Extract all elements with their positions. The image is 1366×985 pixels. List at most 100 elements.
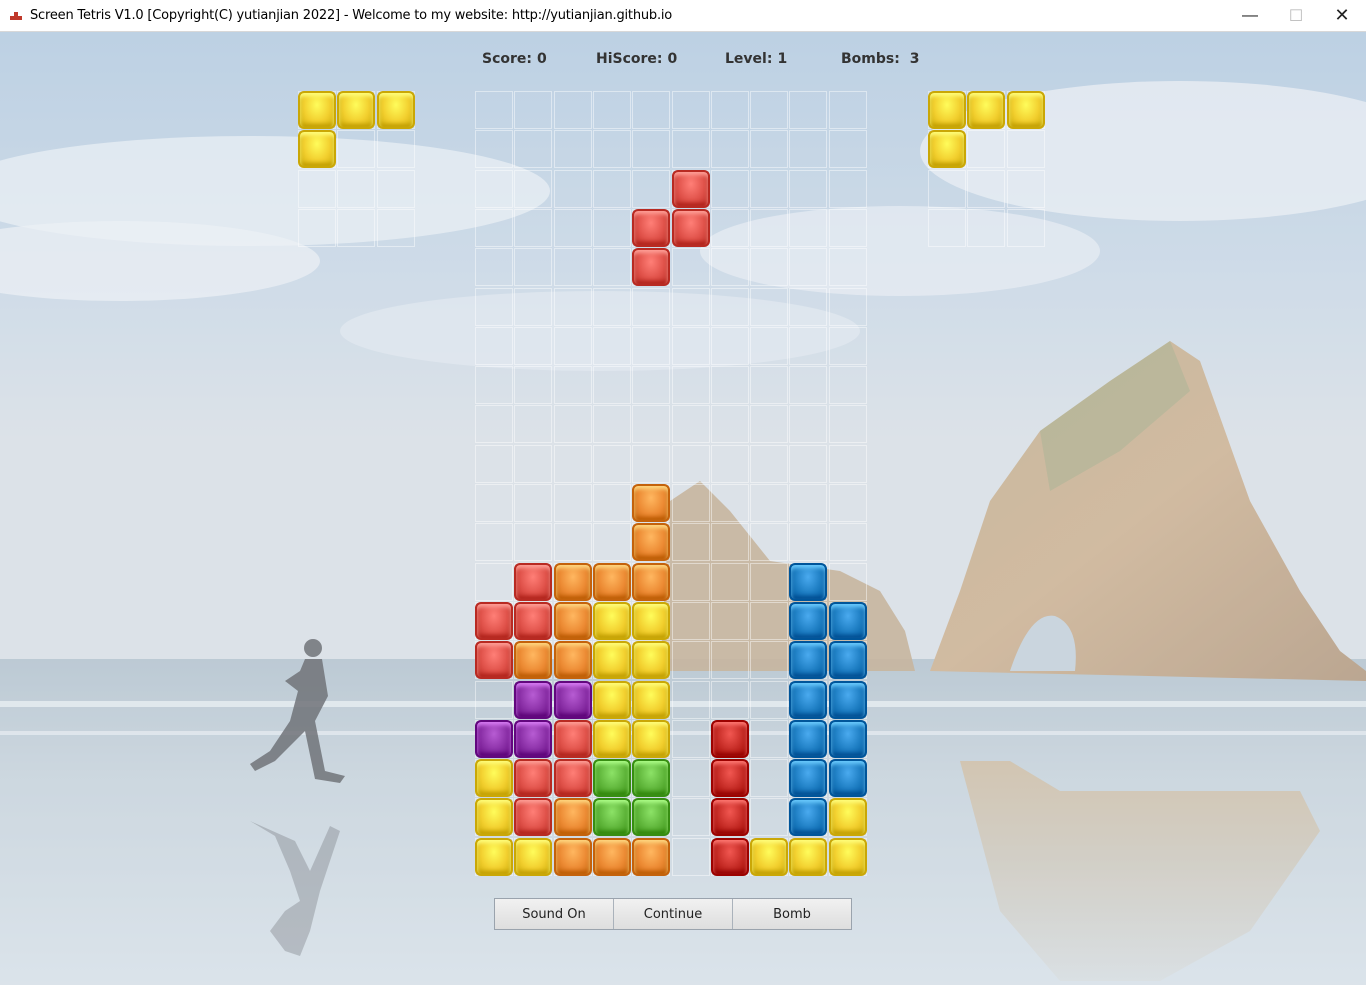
close-button[interactable]: ✕	[1319, 0, 1365, 31]
grid-cell	[592, 523, 631, 562]
block-yellow	[632, 680, 671, 719]
block-purple	[475, 719, 513, 758]
score-value: 0	[537, 51, 547, 67]
block-orange	[632, 484, 671, 522]
block-red	[475, 601, 513, 640]
grid-cell	[592, 484, 631, 522]
grid-cell	[671, 523, 710, 562]
grid-cell	[1006, 208, 1045, 247]
grid-cell	[750, 798, 789, 837]
grid-cell	[553, 130, 592, 169]
grid-cell	[750, 208, 789, 247]
grid-cell	[828, 326, 867, 365]
grid-cell	[592, 287, 631, 326]
block-green	[632, 798, 671, 837]
grid-cell	[337, 130, 376, 169]
maximize-button[interactable]: ☐	[1273, 0, 1319, 31]
grid-cell	[475, 680, 513, 719]
grid-cell	[592, 405, 631, 444]
grid-cell	[710, 444, 749, 483]
grid-cell	[789, 208, 828, 247]
grid-cell	[671, 405, 710, 444]
grid-cell	[592, 130, 631, 169]
grid-cell	[828, 287, 867, 326]
block-orange	[553, 798, 592, 837]
control-button-bar: Sound On Continue Bomb	[494, 898, 852, 930]
grid-cell	[828, 562, 867, 601]
grid-cell	[671, 326, 710, 365]
grid-cell	[750, 366, 789, 405]
block-red	[632, 248, 671, 287]
level-label: Level:	[725, 51, 773, 67]
grid-cell	[514, 287, 553, 326]
grid-cell	[789, 366, 828, 405]
grid-cell	[632, 169, 671, 208]
continue-button[interactable]: Continue	[614, 899, 733, 929]
grid-cell	[828, 169, 867, 208]
grid-cell	[710, 91, 749, 129]
block-orange	[592, 562, 631, 601]
grid-cell	[632, 326, 671, 365]
block-orange	[514, 641, 553, 680]
block-yellow	[592, 719, 631, 758]
grid-cell	[514, 326, 553, 365]
grid-cell	[710, 130, 749, 169]
grid-cell	[710, 169, 749, 208]
block-yellow	[750, 837, 789, 876]
grid-cell	[1006, 169, 1045, 208]
grid-cell	[671, 601, 710, 640]
block-red	[514, 562, 553, 601]
bomb-button[interactable]: Bomb	[733, 899, 851, 929]
grid-cell	[553, 208, 592, 247]
block-blue	[828, 680, 867, 719]
grid-cell	[475, 169, 513, 208]
grid-cell	[750, 130, 789, 169]
grid-cell	[298, 169, 336, 208]
grid-cell	[592, 444, 631, 483]
grid-cell	[514, 91, 553, 129]
next-piece-preview-left	[298, 91, 416, 248]
block-darkred	[710, 719, 749, 758]
minimize-button[interactable]: —	[1227, 0, 1273, 31]
block-darkred	[710, 759, 749, 798]
grid-cell	[592, 91, 631, 129]
block-yellow	[592, 680, 631, 719]
grid-cell	[671, 484, 710, 522]
block-yellow	[967, 91, 1006, 129]
block-orange	[553, 837, 592, 876]
sound-toggle-button[interactable]: Sound On	[495, 899, 614, 929]
grid-cell	[750, 601, 789, 640]
game-board[interactable]	[475, 91, 867, 877]
grid-cell	[632, 91, 671, 129]
title-bar[interactable]: Screen Tetris V1.0 [Copyright(C) yutianj…	[0, 0, 1366, 32]
grid-cell	[750, 326, 789, 365]
bombs-value: 3	[909, 51, 920, 67]
grid-cell	[710, 523, 749, 562]
block-red	[671, 208, 710, 247]
grid-cell	[376, 169, 415, 208]
grid-cell	[710, 287, 749, 326]
level-display: Level: 1	[725, 51, 787, 67]
grid-cell	[750, 719, 789, 758]
grid-cell	[671, 798, 710, 837]
block-red	[475, 641, 513, 680]
grid-cell	[475, 208, 513, 247]
grid-cell	[750, 523, 789, 562]
grid-cell	[710, 366, 749, 405]
block-orange	[553, 601, 592, 640]
grid-cell	[514, 169, 553, 208]
block-darkred	[710, 837, 749, 876]
grid-cell	[828, 523, 867, 562]
grid-cell	[475, 287, 513, 326]
block-blue	[789, 798, 828, 837]
block-yellow	[632, 719, 671, 758]
grid-cell	[553, 405, 592, 444]
block-yellow	[828, 798, 867, 837]
block-darkred	[710, 798, 749, 837]
grid-cell	[710, 484, 749, 522]
grid-cell	[671, 759, 710, 798]
bombs-display: Bombs: 3	[841, 51, 919, 67]
grid-cell	[671, 91, 710, 129]
block-purple	[514, 680, 553, 719]
grid-cell	[475, 366, 513, 405]
